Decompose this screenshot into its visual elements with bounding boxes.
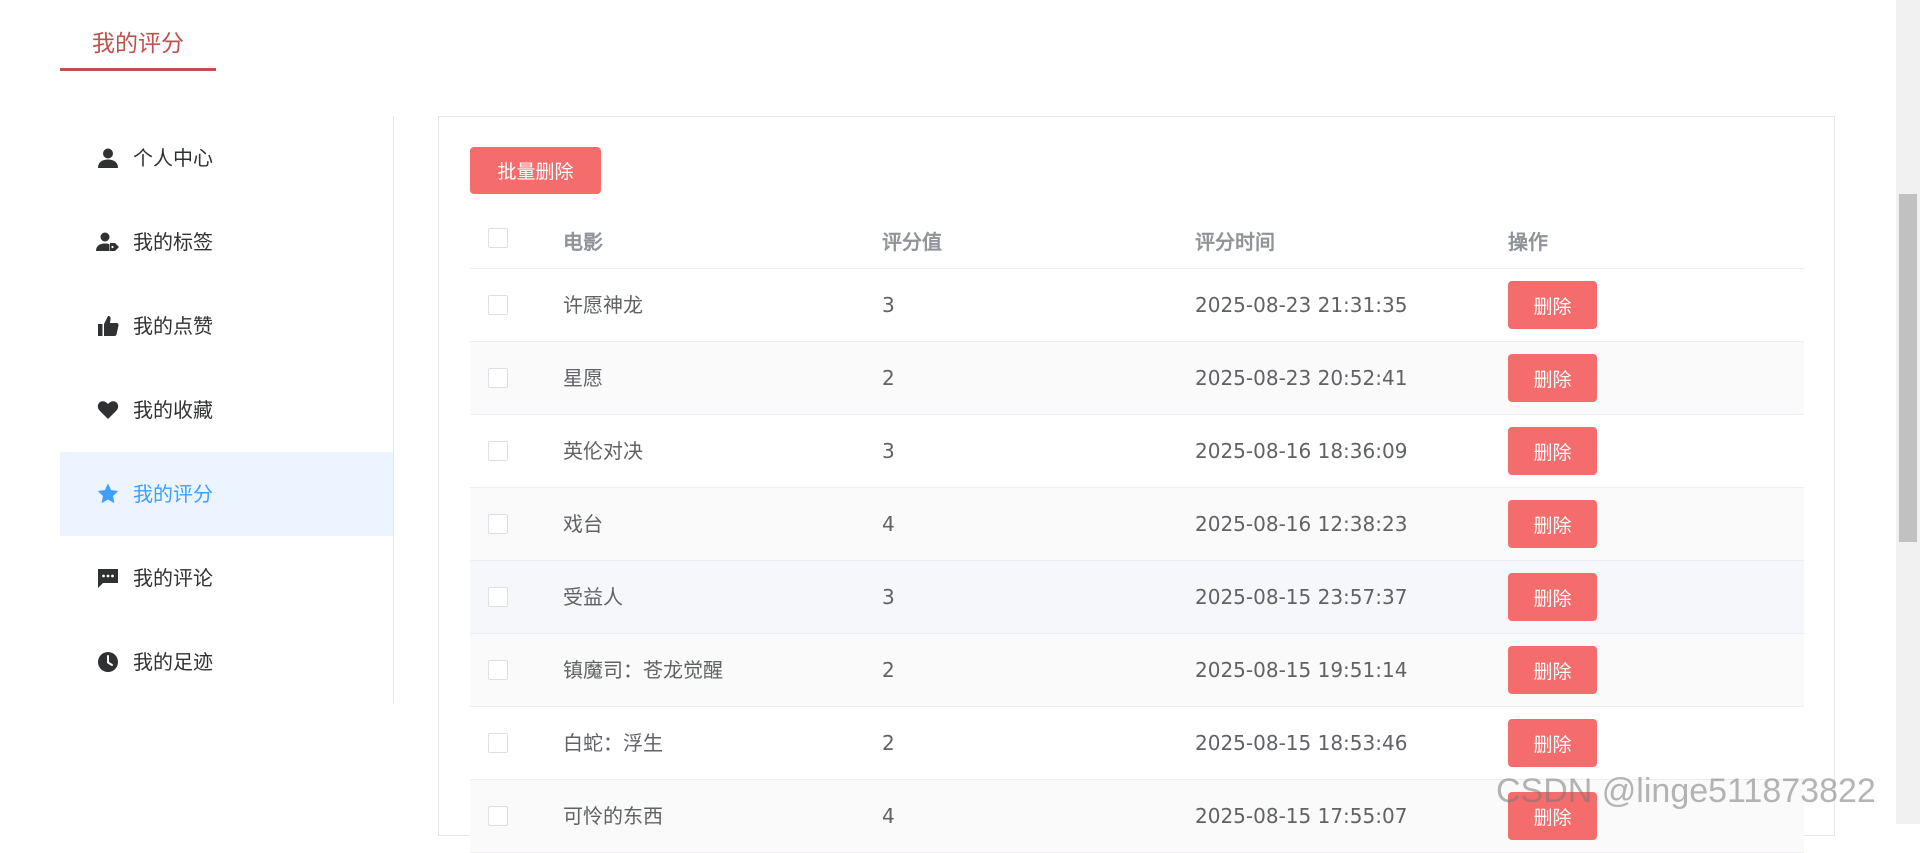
delete-button[interactable]: 删除: [1508, 646, 1597, 694]
time-cell: 2025-08-15 18:53:46: [1195, 731, 1408, 755]
table-row: 受益人 3 2025-08-15 23:57:37 删除: [470, 561, 1804, 634]
row-checkbox[interactable]: [488, 441, 508, 461]
score-cell: 3: [882, 439, 895, 463]
table-row: 许愿神龙 3 2025-08-23 21:31:35 删除: [470, 269, 1804, 342]
time-cell: 2025-08-15 17:55:07: [1195, 804, 1408, 828]
sidebar-item-label: 我的评论: [133, 566, 213, 590]
row-checkbox[interactable]: [488, 806, 508, 826]
table-row: 英伦对决 3 2025-08-16 18:36:09 删除: [470, 415, 1804, 488]
sidebar-item-comments[interactable]: 我的评论: [60, 536, 393, 620]
delete-button[interactable]: 删除: [1508, 500, 1597, 548]
sidebar-menu: 个人中心 我的标签 我的点赞 我的收藏 我的评分 我的评论 我的足迹: [60, 116, 394, 703]
ratings-table: 电影 评分值 评分时间 操作 许愿神龙 3 2025-08-23 21:31:3…: [470, 216, 1804, 853]
row-checkbox[interactable]: [488, 733, 508, 753]
delete-button[interactable]: 删除: [1508, 354, 1597, 402]
score-cell: 2: [882, 366, 895, 390]
row-checkbox[interactable]: [488, 295, 508, 315]
delete-button[interactable]: 删除: [1508, 281, 1597, 329]
clock-icon: [96, 650, 120, 674]
sidebar-item-label: 我的点赞: [133, 314, 213, 338]
row-checkbox[interactable]: [488, 587, 508, 607]
column-header-score[interactable]: 评分值: [882, 228, 942, 256]
time-cell: 2025-08-15 23:57:37: [1195, 585, 1408, 609]
column-header-time[interactable]: 评分时间: [1195, 228, 1275, 256]
delete-button[interactable]: 删除: [1508, 719, 1597, 767]
sidebar-item-likes[interactable]: 我的点赞: [60, 284, 393, 368]
sidebar-item-profile[interactable]: 个人中心: [60, 116, 393, 200]
movie-cell: 戏台: [563, 512, 603, 536]
score-cell: 2: [882, 731, 895, 755]
movie-cell: 许愿神龙: [563, 293, 643, 317]
time-cell: 2025-08-15 19:51:14: [1195, 658, 1408, 682]
page-title: 我的评分: [92, 31, 184, 57]
time-cell: 2025-08-16 12:38:23: [1195, 512, 1408, 536]
row-checkbox[interactable]: [488, 660, 508, 680]
column-header-movie[interactable]: 电影: [563, 228, 603, 256]
sidebar-item-label: 个人中心: [133, 146, 213, 170]
movie-cell: 白蛇：浮生: [563, 731, 663, 755]
movie-cell: 星愿: [563, 366, 603, 390]
delete-button[interactable]: 删除: [1508, 427, 1597, 475]
table-row: 可怜的东西 4 2025-08-15 17:55:07 删除: [470, 780, 1804, 853]
movie-cell: 英伦对决: [563, 439, 643, 463]
movie-cell: 可怜的东西: [563, 804, 663, 828]
score-cell: 4: [882, 512, 895, 536]
sidebar-item-tags[interactable]: 我的标签: [60, 200, 393, 284]
table-row: 星愿 2 2025-08-23 20:52:41 删除: [470, 342, 1804, 415]
table-row: 戏台 4 2025-08-16 12:38:23 删除: [470, 488, 1804, 561]
sidebar-item-label: 我的足迹: [133, 650, 213, 674]
time-cell: 2025-08-23 21:31:35: [1195, 293, 1408, 317]
sidebar-item-label: 我的收藏: [133, 398, 213, 422]
vertical-scrollbar[interactable]: [1896, 0, 1920, 824]
page-title-tab[interactable]: 我的评分: [60, 0, 216, 71]
sidebar-item-label: 我的标签: [133, 230, 213, 254]
column-header-actions: 操作: [1508, 230, 1548, 254]
table-header: 电影 评分值 评分时间 操作: [470, 216, 1804, 269]
time-cell: 2025-08-23 20:52:41: [1195, 366, 1408, 390]
select-all-checkbox[interactable]: [488, 228, 508, 248]
delete-button[interactable]: 删除: [1508, 792, 1597, 840]
score-cell: 4: [882, 804, 895, 828]
sidebar-item-history[interactable]: 我的足迹: [60, 620, 393, 704]
table-row: 白蛇：浮生 2 2025-08-15 18:53:46 删除: [470, 707, 1804, 780]
movie-cell: 镇魔司：苍龙觉醒: [563, 658, 723, 682]
time-cell: 2025-08-16 18:36:09: [1195, 439, 1408, 463]
movie-cell: 受益人: [563, 585, 623, 609]
table-row: 镇魔司：苍龙觉醒 2 2025-08-15 19:51:14 删除: [470, 634, 1804, 707]
user-tag-icon: [96, 230, 120, 254]
score-cell: 3: [882, 293, 895, 317]
score-cell: 3: [882, 585, 895, 609]
row-checkbox[interactable]: [488, 368, 508, 388]
user-icon: [96, 146, 120, 170]
sidebar-item-ratings[interactable]: 我的评分: [60, 452, 393, 536]
sidebar-item-label: 我的评分: [133, 482, 213, 506]
delete-button[interactable]: 删除: [1508, 573, 1597, 621]
scrollbar-thumb[interactable]: [1899, 194, 1917, 542]
heart-icon: [96, 398, 120, 422]
row-checkbox[interactable]: [488, 514, 508, 534]
comment-icon: [96, 566, 120, 590]
sidebar-item-favorites[interactable]: 我的收藏: [60, 368, 393, 452]
bulk-delete-button[interactable]: 批量删除: [470, 147, 601, 194]
score-cell: 2: [882, 658, 895, 682]
star-icon: [96, 482, 120, 506]
thumbs-up-icon: [96, 314, 120, 338]
